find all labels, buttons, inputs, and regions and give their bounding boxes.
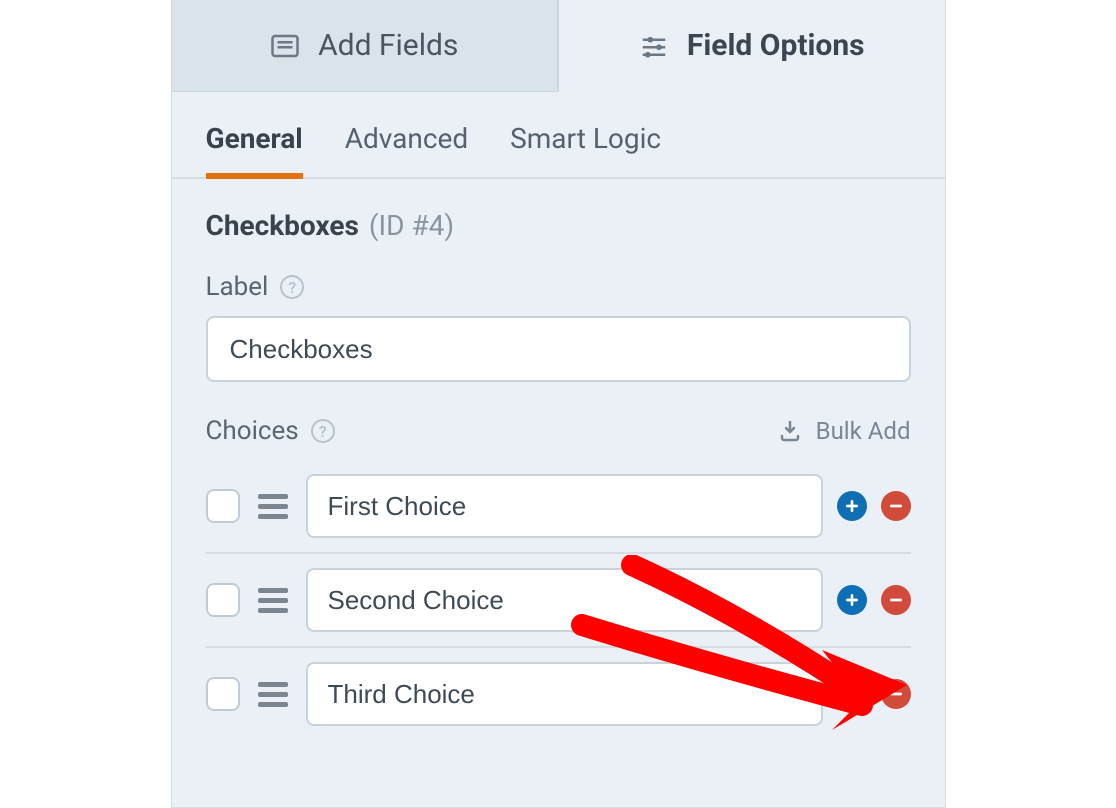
content-area: Checkboxes (ID #4) Label ? Choices ? Bul… <box>172 179 945 760</box>
remove-choice-button[interactable] <box>881 679 911 709</box>
minus-icon <box>888 498 904 514</box>
remove-choice-button[interactable] <box>881 585 911 615</box>
minus-icon <box>888 686 904 702</box>
plus-icon <box>844 686 860 702</box>
add-choice-button[interactable] <box>837 585 867 615</box>
field-type-label: Checkboxes <box>206 209 359 242</box>
choices-section-title: Choices ? <box>206 416 335 446</box>
label-input[interactable] <box>206 316 911 382</box>
choice-row <box>206 460 911 554</box>
sliders-icon <box>639 31 669 61</box>
label-section-title: Label ? <box>206 272 305 302</box>
remove-choice-button[interactable] <box>881 491 911 521</box>
choice-row <box>206 554 911 648</box>
sub-tabs: General Advanced Smart Logic <box>172 92 945 179</box>
download-icon <box>778 419 802 443</box>
label-header-row: Label ? <box>206 272 911 302</box>
choices-header-row: Choices ? Bulk Add <box>206 416 911 446</box>
drag-handle-icon[interactable] <box>254 682 292 707</box>
help-icon[interactable]: ? <box>311 419 335 443</box>
tab-add-fields[interactable]: Add Fields <box>172 0 559 92</box>
choice-row <box>206 648 911 740</box>
field-id-label: (ID #4) <box>369 209 454 242</box>
plus-icon <box>844 592 860 608</box>
plus-icon <box>844 498 860 514</box>
choices-text: Choices <box>206 416 299 446</box>
add-choice-button[interactable] <box>837 491 867 521</box>
sub-tab-advanced[interactable]: Advanced <box>345 122 468 179</box>
choice-default-checkbox[interactable] <box>206 583 240 617</box>
label-text: Label <box>206 272 269 302</box>
choice-input[interactable] <box>306 474 823 538</box>
minus-icon <box>888 592 904 608</box>
tab-add-fields-label: Add Fields <box>318 28 458 63</box>
tab-field-options-label: Field Options <box>687 28 865 63</box>
drag-handle-icon[interactable] <box>254 494 292 519</box>
sub-tab-smart-logic[interactable]: Smart Logic <box>510 122 661 179</box>
bulk-add-label: Bulk Add <box>816 417 911 445</box>
choice-default-checkbox[interactable] <box>206 677 240 711</box>
field-title: Checkboxes (ID #4) <box>206 209 911 242</box>
sub-tab-general[interactable]: General <box>206 122 303 179</box>
help-icon[interactable]: ? <box>280 275 304 299</box>
drag-handle-icon[interactable] <box>254 588 292 613</box>
bulk-add-button[interactable]: Bulk Add <box>778 417 911 445</box>
list-icon <box>270 31 300 61</box>
tab-field-options[interactable]: Field Options <box>558 0 945 92</box>
main-tabs: Add Fields Field Options <box>172 0 945 92</box>
choice-default-checkbox[interactable] <box>206 489 240 523</box>
choice-input[interactable] <box>306 568 823 632</box>
field-options-panel: Add Fields Field Options General Advance… <box>171 0 946 808</box>
add-choice-button[interactable] <box>837 679 867 709</box>
choice-input[interactable] <box>306 662 823 726</box>
